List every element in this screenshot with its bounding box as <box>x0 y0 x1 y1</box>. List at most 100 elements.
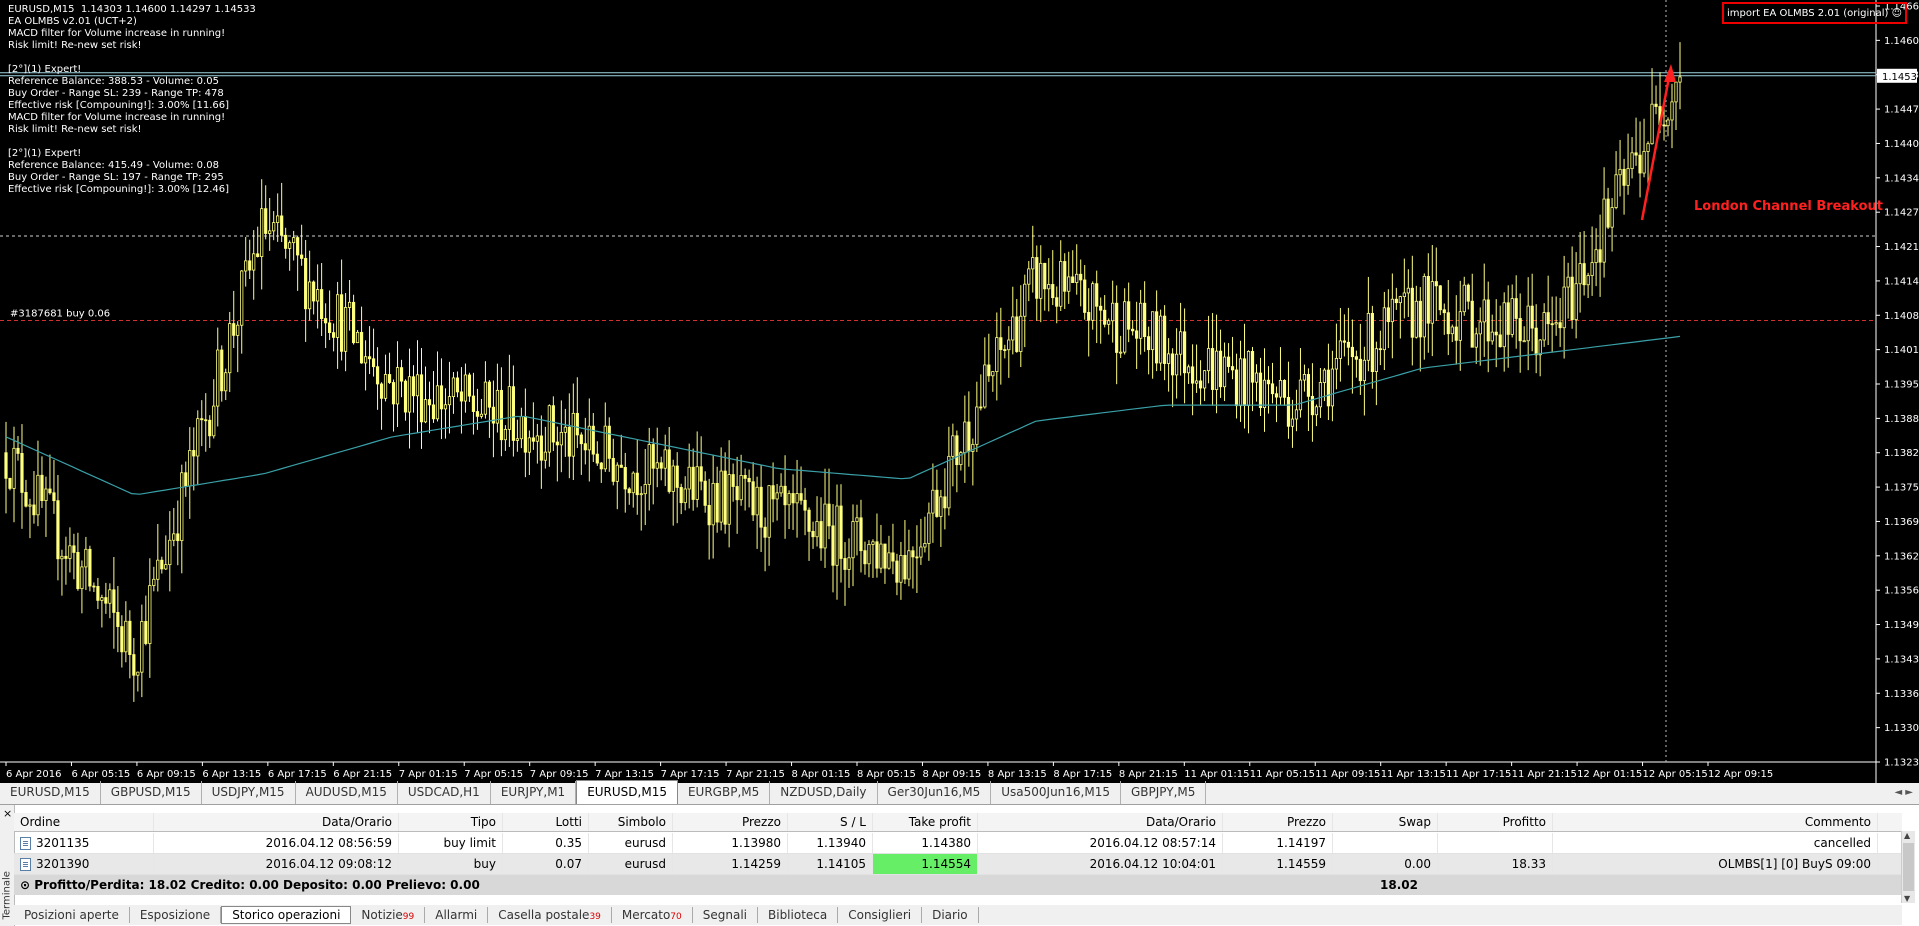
column-header[interactable]: Swap <box>1333 813 1438 831</box>
candle-body <box>1155 311 1159 364</box>
symbol-tab[interactable]: Ger30Jun16,M5 <box>878 781 992 804</box>
candle-body <box>1143 302 1147 338</box>
terminal-tab[interactable]: Biblioteca <box>758 907 839 923</box>
terminal-tab[interactable]: Notizie99 <box>351 907 426 923</box>
column-header[interactable]: Data/Orario <box>978 813 1223 831</box>
column-header[interactable]: Commento <box>1553 813 1878 831</box>
candle-body <box>1286 396 1291 427</box>
scroll-down-icon[interactable]: ▼ <box>1904 894 1910 903</box>
column-header[interactable]: Take profit <box>873 813 978 831</box>
candle-body <box>1250 351 1255 383</box>
symbol-tab[interactable]: USDCAD,H1 <box>398 781 491 804</box>
candle-body <box>771 485 775 500</box>
candle-body <box>479 413 484 417</box>
terminal-tab[interactable]: Posizioni aperte <box>14 907 130 923</box>
candle-body <box>839 505 843 559</box>
price-tick-label: 1.14145 <box>1884 276 1919 287</box>
candle-body <box>939 496 943 517</box>
candle-body <box>911 550 915 558</box>
tab-scroll-arrows-icon[interactable]: ◄ ► <box>1894 787 1913 798</box>
candle-body <box>1638 154 1642 174</box>
symbol-tab[interactable]: EURJPY,M1 <box>491 781 577 804</box>
terminal-tab-label: Diario <box>932 908 968 922</box>
symbol-tab[interactable]: GBPUSD,M15 <box>101 781 202 804</box>
terminal-tab[interactable]: Mercato70 <box>612 907 693 923</box>
candle-body <box>723 470 727 525</box>
candle-body <box>687 466 691 490</box>
candle-body <box>124 620 128 653</box>
candle-body <box>459 391 464 402</box>
column-header[interactable]: Profitto <box>1438 813 1553 831</box>
candle-body <box>1462 284 1466 313</box>
candle-body <box>891 552 895 562</box>
candle-body <box>36 474 40 516</box>
candle-body <box>923 543 927 548</box>
ea-badge[interactable]: import EA OLMBS 2.01 (original) ☺ <box>1722 2 1907 24</box>
column-header[interactable]: Prezzo <box>673 813 788 831</box>
candle-body <box>8 477 12 489</box>
price-chart[interactable]: 1.146651.146001.145351.144701.144051.143… <box>0 0 1919 783</box>
symbol-tab[interactable]: EURGBP,M5 <box>678 781 771 804</box>
scrollbar-thumb[interactable] <box>1903 843 1914 891</box>
ea-info-line <box>8 136 229 148</box>
candle-body <box>431 404 436 420</box>
price-tick-label: 1.14340 <box>1884 173 1919 184</box>
column-header[interactable]: Lotti <box>503 813 589 831</box>
terminal-tab[interactable]: Casella postale39 <box>488 907 612 923</box>
candle-body <box>711 482 715 526</box>
column-header[interactable]: Prezzo <box>1223 813 1333 831</box>
symbol-tab[interactable]: NZDUSD,Daily <box>770 781 878 804</box>
column-header[interactable]: Data/Orario <box>154 813 399 831</box>
column-header[interactable]: S / L <box>788 813 873 831</box>
candle-body <box>1230 366 1235 371</box>
candle-body <box>1226 356 1231 367</box>
price-tick-label: 1.13755 <box>1884 483 1919 494</box>
candle-body <box>867 543 871 565</box>
table-row[interactable]: 3201390 2016.04.12 09:08:12 buy 0.07 eurusd 1… <box>14 854 1902 875</box>
candle-body <box>228 323 232 374</box>
candle-body <box>1418 300 1422 338</box>
candle-body <box>1574 283 1578 320</box>
column-header[interactable]: Simbolo <box>589 813 673 831</box>
candle-body <box>100 597 104 601</box>
chart-canvas[interactable]: 1.146651.146001.145351.144701.144051.143… <box>0 0 1919 783</box>
column-header[interactable]: Ordine <box>14 813 154 831</box>
symbol-tab[interactable]: USDJPY,M15 <box>202 781 296 804</box>
terminal-tab[interactable]: Allarmi <box>425 907 489 923</box>
candle-body <box>435 385 440 420</box>
symbol-tab[interactable]: Usa500Jun16,M15 <box>991 781 1121 804</box>
order-document-icon <box>20 837 31 850</box>
candle-body <box>383 374 388 399</box>
candle-body <box>979 406 983 409</box>
candle-body <box>1083 279 1087 313</box>
terminal-tab[interactable]: Segnali <box>693 907 758 923</box>
table-row[interactable]: 3201135 2016.04.12 08:56:59 buy limit 0.35 e… <box>14 833 1902 854</box>
symbol-tab[interactable]: EURUSD,M15 <box>0 781 101 804</box>
candle-body <box>1630 152 1634 170</box>
candle-body <box>200 418 204 421</box>
candle-body <box>907 550 911 580</box>
time-tick-label: 11 Apr 09:15 <box>1315 769 1380 780</box>
terminal-tab[interactable]: Esposizione <box>130 907 222 923</box>
candle-body <box>827 503 831 527</box>
candle-body <box>675 465 679 488</box>
table-scrollbar[interactable]: ▲ ▼ <box>1901 831 1915 903</box>
candle-body <box>1147 336 1151 351</box>
scroll-up-icon[interactable]: ▲ <box>1904 831 1910 840</box>
close-icon[interactable]: × <box>3 807 12 820</box>
table-cell: 1.13980 <box>673 833 788 853</box>
table-cell: 1.14554 <box>873 854 978 874</box>
symbol-tab[interactable]: EURUSD,M15 <box>576 780 678 804</box>
terminal-tab[interactable]: Diario <box>922 907 979 923</box>
candle-body <box>487 381 492 408</box>
candle-body <box>1594 249 1598 264</box>
symbol-tab[interactable]: GBPJPY,M5 <box>1121 781 1207 804</box>
candle-body <box>1119 351 1123 354</box>
terminal-tab[interactable]: Storico operazioni <box>221 906 352 924</box>
candle-body <box>1494 331 1498 336</box>
column-header[interactable]: Tipo <box>399 813 503 831</box>
terminal-tab[interactable]: Consiglieri <box>838 907 923 923</box>
candle-body <box>347 301 352 308</box>
candle-body <box>312 281 316 302</box>
symbol-tab[interactable]: AUDUSD,M15 <box>296 781 398 804</box>
